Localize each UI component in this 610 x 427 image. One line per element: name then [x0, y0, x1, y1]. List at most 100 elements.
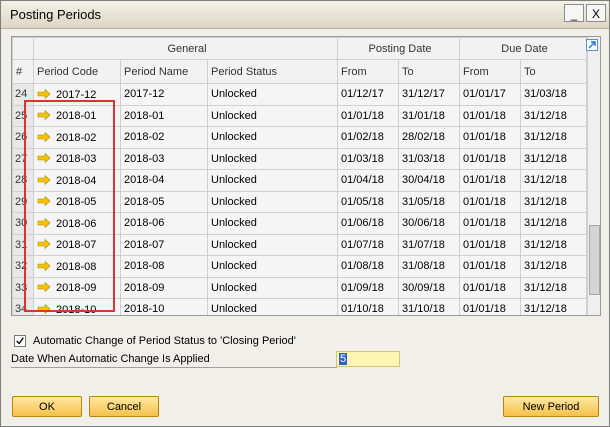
row-number-cell[interactable]: 32: [12, 255, 34, 278]
col-header-due-from[interactable]: From: [459, 59, 522, 84]
table-row[interactable]: 33 2018-09 2018-09 Unlocked 01/09/18 30/09/18…: [12, 276, 588, 299]
due-from-cell[interactable]: 01/01/18: [459, 190, 522, 213]
auto-change-label[interactable]: Automatic Change of Period Status to 'Cl…: [33, 335, 296, 347]
period-name-cell[interactable]: 2017-12: [120, 83, 208, 106]
period-code-cell[interactable]: 2018-07: [33, 233, 121, 256]
table-row[interactable]: 26 2018-02 2018-02 Unlocked 01/02/18 28/02/18…: [12, 126, 588, 149]
due-from-cell[interactable]: 01/01/18: [459, 169, 522, 192]
posting-from-cell[interactable]: 01/04/18: [337, 169, 400, 192]
row-number-cell[interactable]: 33: [12, 276, 34, 299]
new-period-button[interactable]: New Period: [503, 396, 599, 417]
period-name-cell[interactable]: 2018-02: [120, 126, 208, 149]
row-number-cell[interactable]: 31: [12, 233, 34, 256]
link-arrow-icon[interactable]: [37, 153, 51, 164]
due-to-cell[interactable]: 31/12/18: [520, 104, 588, 127]
period-name-cell[interactable]: 2018-10: [120, 298, 208, 315]
posting-from-cell[interactable]: 01/01/18: [337, 104, 400, 127]
due-to-cell[interactable]: 31/12/18: [520, 233, 588, 256]
posting-from-cell[interactable]: 01/08/18: [337, 255, 400, 278]
table-row[interactable]: 28 2018-04 2018-04 Unlocked 01/04/18 30/04/18…: [12, 169, 588, 192]
posting-to-cell[interactable]: 31/12/17: [398, 83, 461, 106]
vertical-scrollbar[interactable]: [587, 37, 600, 315]
period-status-cell[interactable]: Unlocked: [206, 147, 339, 170]
col-header-period-name[interactable]: Period Name: [120, 59, 208, 84]
row-number-cell[interactable]: 29: [12, 190, 34, 213]
due-from-cell[interactable]: 01/01/18: [459, 276, 522, 299]
link-arrow-icon[interactable]: [37, 217, 51, 228]
posting-to-cell[interactable]: 31/10/18: [398, 298, 461, 315]
cancel-button[interactable]: Cancel: [89, 396, 159, 417]
close-button[interactable]: X: [586, 4, 606, 22]
period-name-cell[interactable]: 2018-09: [120, 276, 208, 299]
due-to-cell[interactable]: 31/12/18: [520, 126, 588, 149]
due-to-cell[interactable]: 31/03/18: [520, 83, 588, 106]
col-header-period-status[interactable]: Period Status: [206, 59, 339, 84]
col-header-posting-from[interactable]: From: [337, 59, 400, 84]
posting-to-cell[interactable]: 31/08/18: [398, 255, 461, 278]
due-from-cell[interactable]: 01/01/18: [459, 298, 522, 315]
periods-grid[interactable]: General Posting Date Due Date # Period C…: [11, 36, 601, 316]
row-number-cell[interactable]: 30: [12, 212, 34, 235]
link-arrow-icon[interactable]: [37, 260, 51, 271]
row-number-cell[interactable]: 28: [12, 169, 34, 192]
due-from-cell[interactable]: 01/01/18: [459, 233, 522, 256]
row-number-cell[interactable]: 34: [12, 298, 34, 315]
due-from-cell[interactable]: 01/01/17: [459, 83, 522, 106]
link-arrow-icon[interactable]: [37, 303, 51, 314]
posting-to-cell[interactable]: 31/03/18: [398, 147, 461, 170]
period-code-cell[interactable]: 2018-04: [33, 169, 121, 192]
link-arrow-icon[interactable]: [37, 174, 51, 185]
auto-change-date-field[interactable]: 5: [336, 351, 400, 367]
link-arrow-icon[interactable]: [37, 282, 51, 293]
table-row[interactable]: 31 2018-07 2018-07 Unlocked 01/07/18 31/07/18…: [12, 233, 588, 256]
table-row[interactable]: 30 2018-06 2018-06 Unlocked 01/06/18 30/06/18…: [12, 212, 588, 235]
posting-from-cell[interactable]: 01/02/18: [337, 126, 400, 149]
table-row[interactable]: 27 2018-03 2018-03 Unlocked 01/03/18 31/03/18…: [12, 147, 588, 170]
period-code-cell[interactable]: 2018-08: [33, 255, 121, 278]
posting-to-cell[interactable]: 28/02/18: [398, 126, 461, 149]
period-status-cell[interactable]: Unlocked: [206, 190, 339, 213]
auto-change-checkbox[interactable]: [14, 335, 26, 347]
period-status-cell[interactable]: Unlocked: [206, 83, 339, 106]
posting-from-cell[interactable]: 01/03/18: [337, 147, 400, 170]
period-name-cell[interactable]: 2018-06: [120, 212, 208, 235]
posting-from-cell[interactable]: 01/07/18: [337, 233, 400, 256]
due-to-cell[interactable]: 31/12/18: [520, 276, 588, 299]
due-from-cell[interactable]: 01/01/18: [459, 255, 522, 278]
period-code-cell[interactable]: 2018-02: [33, 126, 121, 149]
period-status-cell[interactable]: Unlocked: [206, 276, 339, 299]
posting-to-cell[interactable]: 31/01/18: [398, 104, 461, 127]
period-status-cell[interactable]: Unlocked: [206, 233, 339, 256]
period-name-cell[interactable]: 2018-01: [120, 104, 208, 127]
period-status-cell[interactable]: Unlocked: [206, 212, 339, 235]
col-header-period-code[interactable]: Period Code: [33, 59, 121, 84]
posting-to-cell[interactable]: 30/06/18: [398, 212, 461, 235]
due-to-cell[interactable]: 31/12/18: [520, 212, 588, 235]
table-row[interactable]: 29 2018-05 2018-05 Unlocked 01/05/18 31/05/18…: [12, 190, 588, 213]
ok-button[interactable]: OK: [12, 396, 82, 417]
table-row[interactable]: 32 2018-08 2018-08 Unlocked 01/08/18 31/08/18…: [12, 255, 588, 278]
link-arrow-icon[interactable]: [37, 88, 51, 99]
posting-from-cell[interactable]: 01/09/18: [337, 276, 400, 299]
posting-to-cell[interactable]: 30/09/18: [398, 276, 461, 299]
row-number-cell[interactable]: 27: [12, 147, 34, 170]
due-from-cell[interactable]: 01/01/18: [459, 104, 522, 127]
link-arrow-icon[interactable]: [37, 196, 51, 207]
period-name-cell[interactable]: 2018-04: [120, 169, 208, 192]
due-to-cell[interactable]: 31/12/18: [520, 169, 588, 192]
expand-arrow-icon[interactable]: [586, 39, 598, 51]
due-to-cell[interactable]: 31/12/18: [520, 147, 588, 170]
row-number-cell[interactable]: 25: [12, 104, 34, 127]
due-to-cell[interactable]: 31/12/18: [520, 255, 588, 278]
period-code-cell[interactable]: 2017-12: [33, 83, 121, 106]
scrollbar-thumb[interactable]: [589, 225, 600, 295]
posting-from-cell[interactable]: 01/10/18: [337, 298, 400, 315]
period-name-cell[interactable]: 2018-03: [120, 147, 208, 170]
table-row[interactable]: 25 2018-01 2018-01 Unlocked 01/01/18 31/01/18…: [12, 104, 588, 127]
period-status-cell[interactable]: Unlocked: [206, 126, 339, 149]
posting-from-cell[interactable]: 01/05/18: [337, 190, 400, 213]
due-from-cell[interactable]: 01/01/18: [459, 126, 522, 149]
period-code-cell[interactable]: 2018-03: [33, 147, 121, 170]
row-number-cell[interactable]: 24: [12, 83, 34, 106]
col-header-number[interactable]: #: [12, 59, 34, 84]
